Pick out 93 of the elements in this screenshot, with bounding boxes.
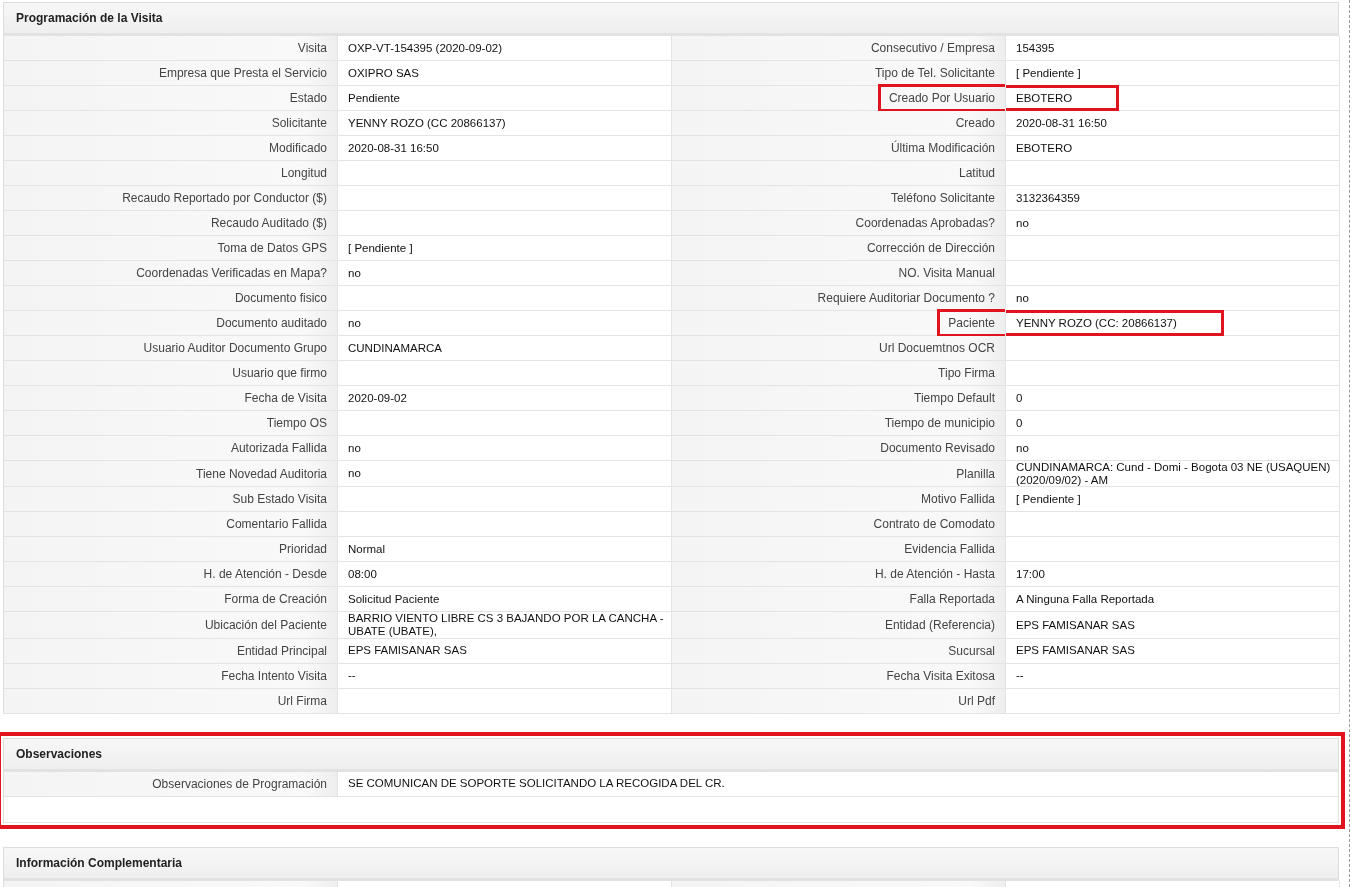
field-label: Modificado [268,141,327,155]
field-label: Tiempo Default [914,391,995,405]
field-label: Entidad Principal [236,643,327,658]
field-label: Comentario Fallida [226,517,327,532]
section-header: Observaciones [3,737,1339,772]
section-header: Información Complementaria [3,846,1339,881]
field-label: Toma de Datos GPS [217,241,327,255]
field-value: Solicitud Paciente [348,592,440,606]
field-value: 0 [1016,391,1023,405]
field-label: Empresa que Presta el Servicio [158,66,327,80]
field-label: Documento auditado [216,316,327,330]
field-label: Contrato de Comodato [873,517,995,532]
field-value: OXIPRO SAS [348,66,419,80]
field-value: 0 [1016,416,1023,430]
field-label: Ubicación del Paciente [204,617,327,632]
field-value: 2020-08-31 16:50 [1016,116,1107,130]
field-label: Planilla [956,466,995,481]
field-label: Forma de Creación [224,592,327,607]
field-value: 154395 [1016,41,1055,55]
field-label: Sucursal [948,643,995,658]
field-value: -- [348,669,356,682]
field-value: 17:00 [1016,567,1045,581]
field-value: SE COMUNICAN DE SOPORTE SOLICITANDO LA RECOGIDA DEL CR. [348,777,725,790]
field-label: Tipo Firma [938,366,995,380]
field-label: Usuario que firmo [232,366,327,380]
field-value: no [348,467,361,480]
field-value: 2020-09-02 [348,391,407,405]
section-header: Programación de la Visita [3,2,1339,36]
field-label: Corrección de Dirección [866,241,995,255]
field-label: Prioridad [278,542,327,557]
field-label: Estado [289,91,327,105]
field-value: no [1016,216,1029,230]
field-value: A Ninguna Falla Reportada [1016,592,1155,606]
field-label: Tiempo OS [266,416,327,430]
field-value: [ Pendiente ] [1016,492,1081,506]
field-label: Url Docuemtnos OCR [878,341,995,355]
field-value: no [1016,441,1029,455]
field-label: Recaudo Reportado por Conductor ($) [122,191,327,205]
field-label: Latitud [958,166,995,180]
field-value: EPS FAMISANAR SAS [348,644,467,657]
field-label: H. de Atención - Hasta [874,567,995,582]
field-label: Documento fisico [234,291,327,305]
field-value: Pendiente [348,91,400,105]
field-label: Recaudo Auditado ($) [210,216,327,230]
field-label: Tiempo de municipio [884,416,995,430]
field-label: NO. Visita Manual [898,266,995,280]
field-label: Documento Revisado [880,441,995,455]
field-value: 2020-08-31 16:50 [348,141,439,155]
field-label: Autorizada Fallida [230,441,327,455]
field-value: YENNY ROZO (CC: 20866137) [1006,309,1224,337]
field-value: no [348,266,361,280]
field-value: CUNDINAMARCA: Cund - Domi - Bogota 03 NE (USAQUEN) (2020/09/02) - AM [1016,461,1332,487]
field-label: Url Pdf [958,693,995,708]
field-value: EPS FAMISANAR SAS [1016,618,1135,632]
field-label: Teléfono Solicitante [890,191,995,205]
field-label: Longitud [280,166,327,180]
field-value: BARRIO VIENTO LIBRE CS 3 BAJANDO POR LA CANCHA - UBATE (UBATE), [348,612,665,638]
field-label: Fecha de Visita [244,391,327,405]
field-label: Usuario Auditor Documento Grupo [143,341,327,355]
field-value: no [1016,291,1029,305]
field-value: Normal [348,542,386,556]
field-value: [ Pendiente ] [348,241,413,255]
field-label: Fecha Visita Exitosa [886,668,995,683]
field-label: Motivo Fallida [920,492,995,507]
field-label: Solicitante [271,116,327,130]
field-label: Tiene Novedad Auditoria [196,466,327,481]
field-label: Sub Estado Visita [232,492,327,507]
field-label: Tipo de Tel. Solicitante [874,66,995,80]
field-label: Requiere Auditoriar Documento ? [817,291,995,305]
field-label: Visita [297,41,327,55]
field-value: no [348,316,361,330]
field-value: OXP-VT-154395 (2020-09-02) [348,41,503,55]
field-label: Falla Reportada [909,592,995,607]
field-value: [ Pendiente ] [1016,66,1081,80]
field-value: CUNDINAMARCA [348,341,442,355]
field-label: Consecutivo / Empresa [870,41,995,55]
field-label: Url Firma [277,693,327,708]
field-label: Creado [955,116,995,130]
field-value: no [348,441,361,455]
field-label: Fecha Intento Visita [221,668,327,683]
field-value: YENNY ROZO (CC 20866137) [348,116,506,130]
field-label: Última Modificación [890,141,995,155]
field-value: EBOTERO [1016,141,1073,155]
field-label: Coordenadas Aprobadas? [855,216,995,230]
field-value: 08:00 [348,567,377,581]
field-value: 3132364359 [1016,191,1080,205]
field-label: Evidencia Fallida [904,542,995,557]
field-label: Entidad (Referencia) [884,617,995,632]
field-label: Observaciones de Programación [152,776,327,791]
field-value: EPS FAMISANAR SAS [1016,644,1135,657]
field-label: H. de Atención - Desde [203,567,327,582]
field-value: -- [1016,669,1024,682]
field-label: Coordenadas Verificadas en Mapa? [136,266,327,280]
